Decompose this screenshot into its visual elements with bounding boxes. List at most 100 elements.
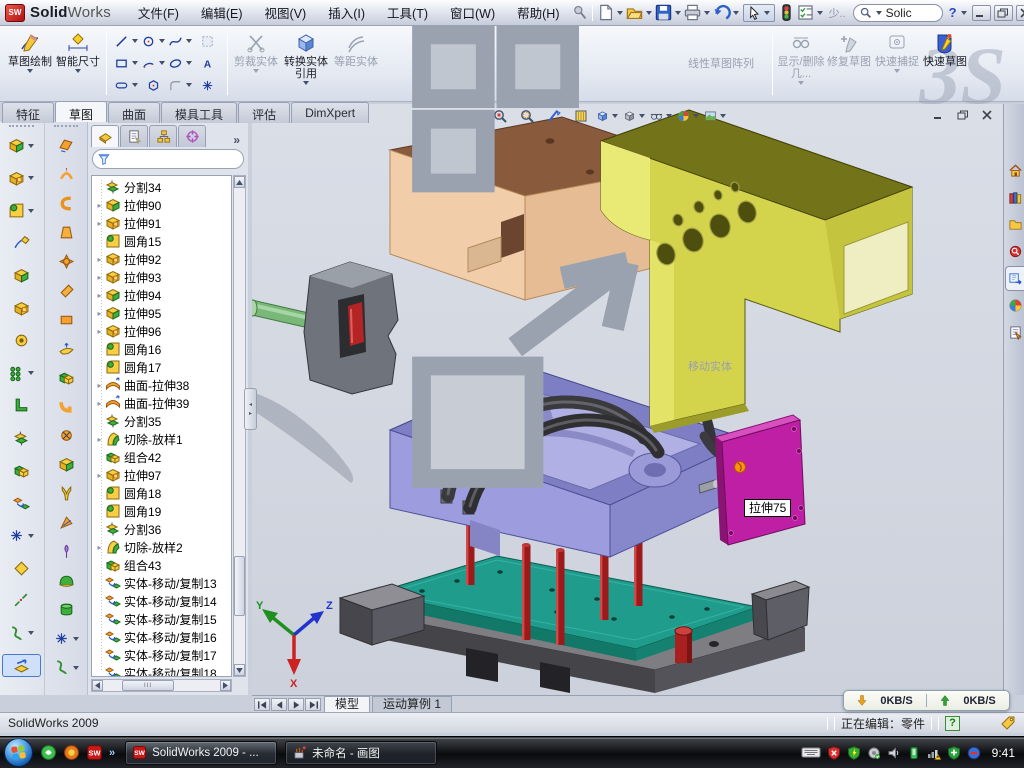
close-icon[interactable] <box>981 110 993 120</box>
mobile-device-icon[interactable] <box>907 746 921 760</box>
dropdown-icon[interactable] <box>28 176 34 180</box>
open-document-icon[interactable] <box>625 3 644 22</box>
knit-surface-button[interactable] <box>47 308 86 331</box>
rebuild-icon[interactable] <box>777 3 796 22</box>
tab-DimXpert[interactable]: DimXpert <box>291 102 369 123</box>
tooling-split-button[interactable] <box>47 366 86 389</box>
dropdown-icon[interactable] <box>28 209 34 213</box>
dropdown-icon[interactable] <box>817 11 823 15</box>
tree-item[interactable]: 圆角18 <box>94 484 231 502</box>
untrim-surface-button[interactable] <box>47 279 86 302</box>
options-icon[interactable] <box>796 3 815 22</box>
restore-button[interactable] <box>994 5 1013 21</box>
scroll-down-button[interactable] <box>234 664 245 676</box>
dropdown-icon[interactable] <box>27 69 33 73</box>
dropdown-icon[interactable] <box>132 39 138 43</box>
search-input[interactable]: Solic <box>853 4 943 22</box>
dropdown-icon[interactable] <box>159 39 165 43</box>
slot-tool[interactable] <box>113 74 140 96</box>
ellipse-tool[interactable] <box>167 52 194 74</box>
tree-item[interactable]: 实体-移动/复制16 <box>94 628 231 646</box>
next-tab-button[interactable] <box>288 698 304 711</box>
parting-line-button[interactable] <box>47 395 86 418</box>
media-player-icon[interactable] <box>63 744 80 761</box>
menu-item-3[interactable]: 插入(I) <box>317 0 376 25</box>
pin-toolbar-icon[interactable] <box>570 3 589 22</box>
quick-tips-button[interactable]: ? <box>945 716 960 731</box>
spline-tool[interactable] <box>167 30 194 52</box>
expand-arrow-icon[interactable]: ▸ <box>94 273 105 282</box>
planar-surface-button[interactable] <box>47 134 86 157</box>
dropdown-icon[interactable] <box>764 11 770 15</box>
tree-item[interactable]: ▸拉伸96 <box>94 322 231 340</box>
menu-item-0[interactable]: 文件(F) <box>127 0 190 25</box>
tree-item[interactable]: 分割36 <box>94 520 231 538</box>
scroll-right-button[interactable] <box>220 680 231 691</box>
custom-properties-tab[interactable] <box>1005 320 1024 345</box>
menu-item-4[interactable]: 工具(T) <box>376 0 439 25</box>
filled-surface-button[interactable] <box>47 337 86 360</box>
sync-status-icon[interactable] <box>967 746 981 760</box>
tree-item[interactable]: ▸拉伸95 <box>94 304 231 322</box>
smart-dimension-button[interactable]: 智能尺寸 <box>54 28 102 98</box>
minimize-button[interactable] <box>972 5 991 21</box>
spline-curve-button[interactable] <box>47 656 86 679</box>
first-tab-button[interactable] <box>254 698 270 711</box>
close-button[interactable] <box>1016 5 1024 21</box>
keyboard-layout-icon[interactable] <box>801 746 821 759</box>
scale-button[interactable] <box>2 654 41 677</box>
tree-item[interactable]: ▸切除-放样1 <box>94 430 231 448</box>
sketch-tool-button[interactable] <box>47 627 86 650</box>
help-button[interactable]: ? <box>949 5 957 20</box>
featuremanager-tab[interactable] <box>91 125 119 147</box>
sketch-fillet-tool[interactable] <box>167 74 194 96</box>
expand-arrow-icon[interactable]: ▸ <box>94 309 105 318</box>
expand-arrow-icon[interactable]: ▸ <box>94 219 105 228</box>
toolbar-grip[interactable] <box>9 125 34 129</box>
menu-item-6[interactable]: 帮助(H) <box>506 0 570 25</box>
fillet-button[interactable] <box>2 199 41 222</box>
antivirus-alert-icon[interactable] <box>827 746 841 760</box>
scrollbar-thumb[interactable] <box>234 556 245 616</box>
start-button[interactable] <box>4 738 33 767</box>
sketch-text-tool[interactable]: A <box>194 52 221 74</box>
taskbar-window-0[interactable]: SWSolidWorks 2009 - ... <box>125 741 277 765</box>
extruded-cut-button[interactable] <box>2 167 41 190</box>
point-tool[interactable] <box>194 74 221 96</box>
undercut-analysis-button[interactable] <box>47 540 86 563</box>
dropdown-icon[interactable] <box>132 61 138 65</box>
taskbar-window-1[interactable]: 未命名 - 画图 <box>285 741 437 765</box>
dropdown-icon[interactable] <box>75 69 81 73</box>
dropdown-icon[interactable] <box>646 11 652 15</box>
file-explorer-tab[interactable] <box>1005 212 1024 237</box>
expand-arrow-icon[interactable]: ▸ <box>94 435 105 444</box>
tab-特征[interactable]: 特征 <box>2 102 54 123</box>
last-tab-button[interactable] <box>305 698 321 711</box>
model-tab-0[interactable]: 模型 <box>324 696 370 712</box>
expand-arrow-icon[interactable]: ▸ <box>94 543 105 552</box>
trim-surface-button[interactable] <box>47 250 86 273</box>
rapid-sketch-button[interactable]: 快速草图 <box>921 28 969 98</box>
dropdown-icon[interactable] <box>28 144 34 148</box>
menu-item-5[interactable]: 窗口(W) <box>439 0 506 25</box>
tree-item[interactable]: 实体-移动/复制17 <box>94 646 231 664</box>
tree-item[interactable]: ▸拉伸93 <box>94 268 231 286</box>
tree-item[interactable]: 实体-移动/复制18 <box>94 664 231 677</box>
propertymanager-tab[interactable] <box>120 125 148 147</box>
tree-item[interactable]: 组合42 <box>94 448 231 466</box>
tree-item[interactable]: ▸拉伸90 <box>94 196 231 214</box>
rib-button[interactable] <box>2 394 41 417</box>
toolbar-overflow-label[interactable]: 少.. <box>828 5 845 21</box>
tree-item[interactable]: 组合43 <box>94 556 231 574</box>
print-icon[interactable] <box>683 3 702 22</box>
polygon-tool[interactable] <box>140 74 167 96</box>
dropdown-icon[interactable] <box>186 83 192 87</box>
sketch-picture-tool[interactable] <box>194 30 221 52</box>
tree-item[interactable]: 分割34 <box>94 178 231 196</box>
mold-core-button[interactable] <box>47 569 86 592</box>
dropdown-icon[interactable] <box>617 11 623 15</box>
draft-analysis-button[interactable] <box>47 511 86 534</box>
tree-filter-input[interactable] <box>92 149 244 169</box>
system-update-icon[interactable] <box>867 746 881 760</box>
scroll-left-button[interactable] <box>92 680 103 691</box>
